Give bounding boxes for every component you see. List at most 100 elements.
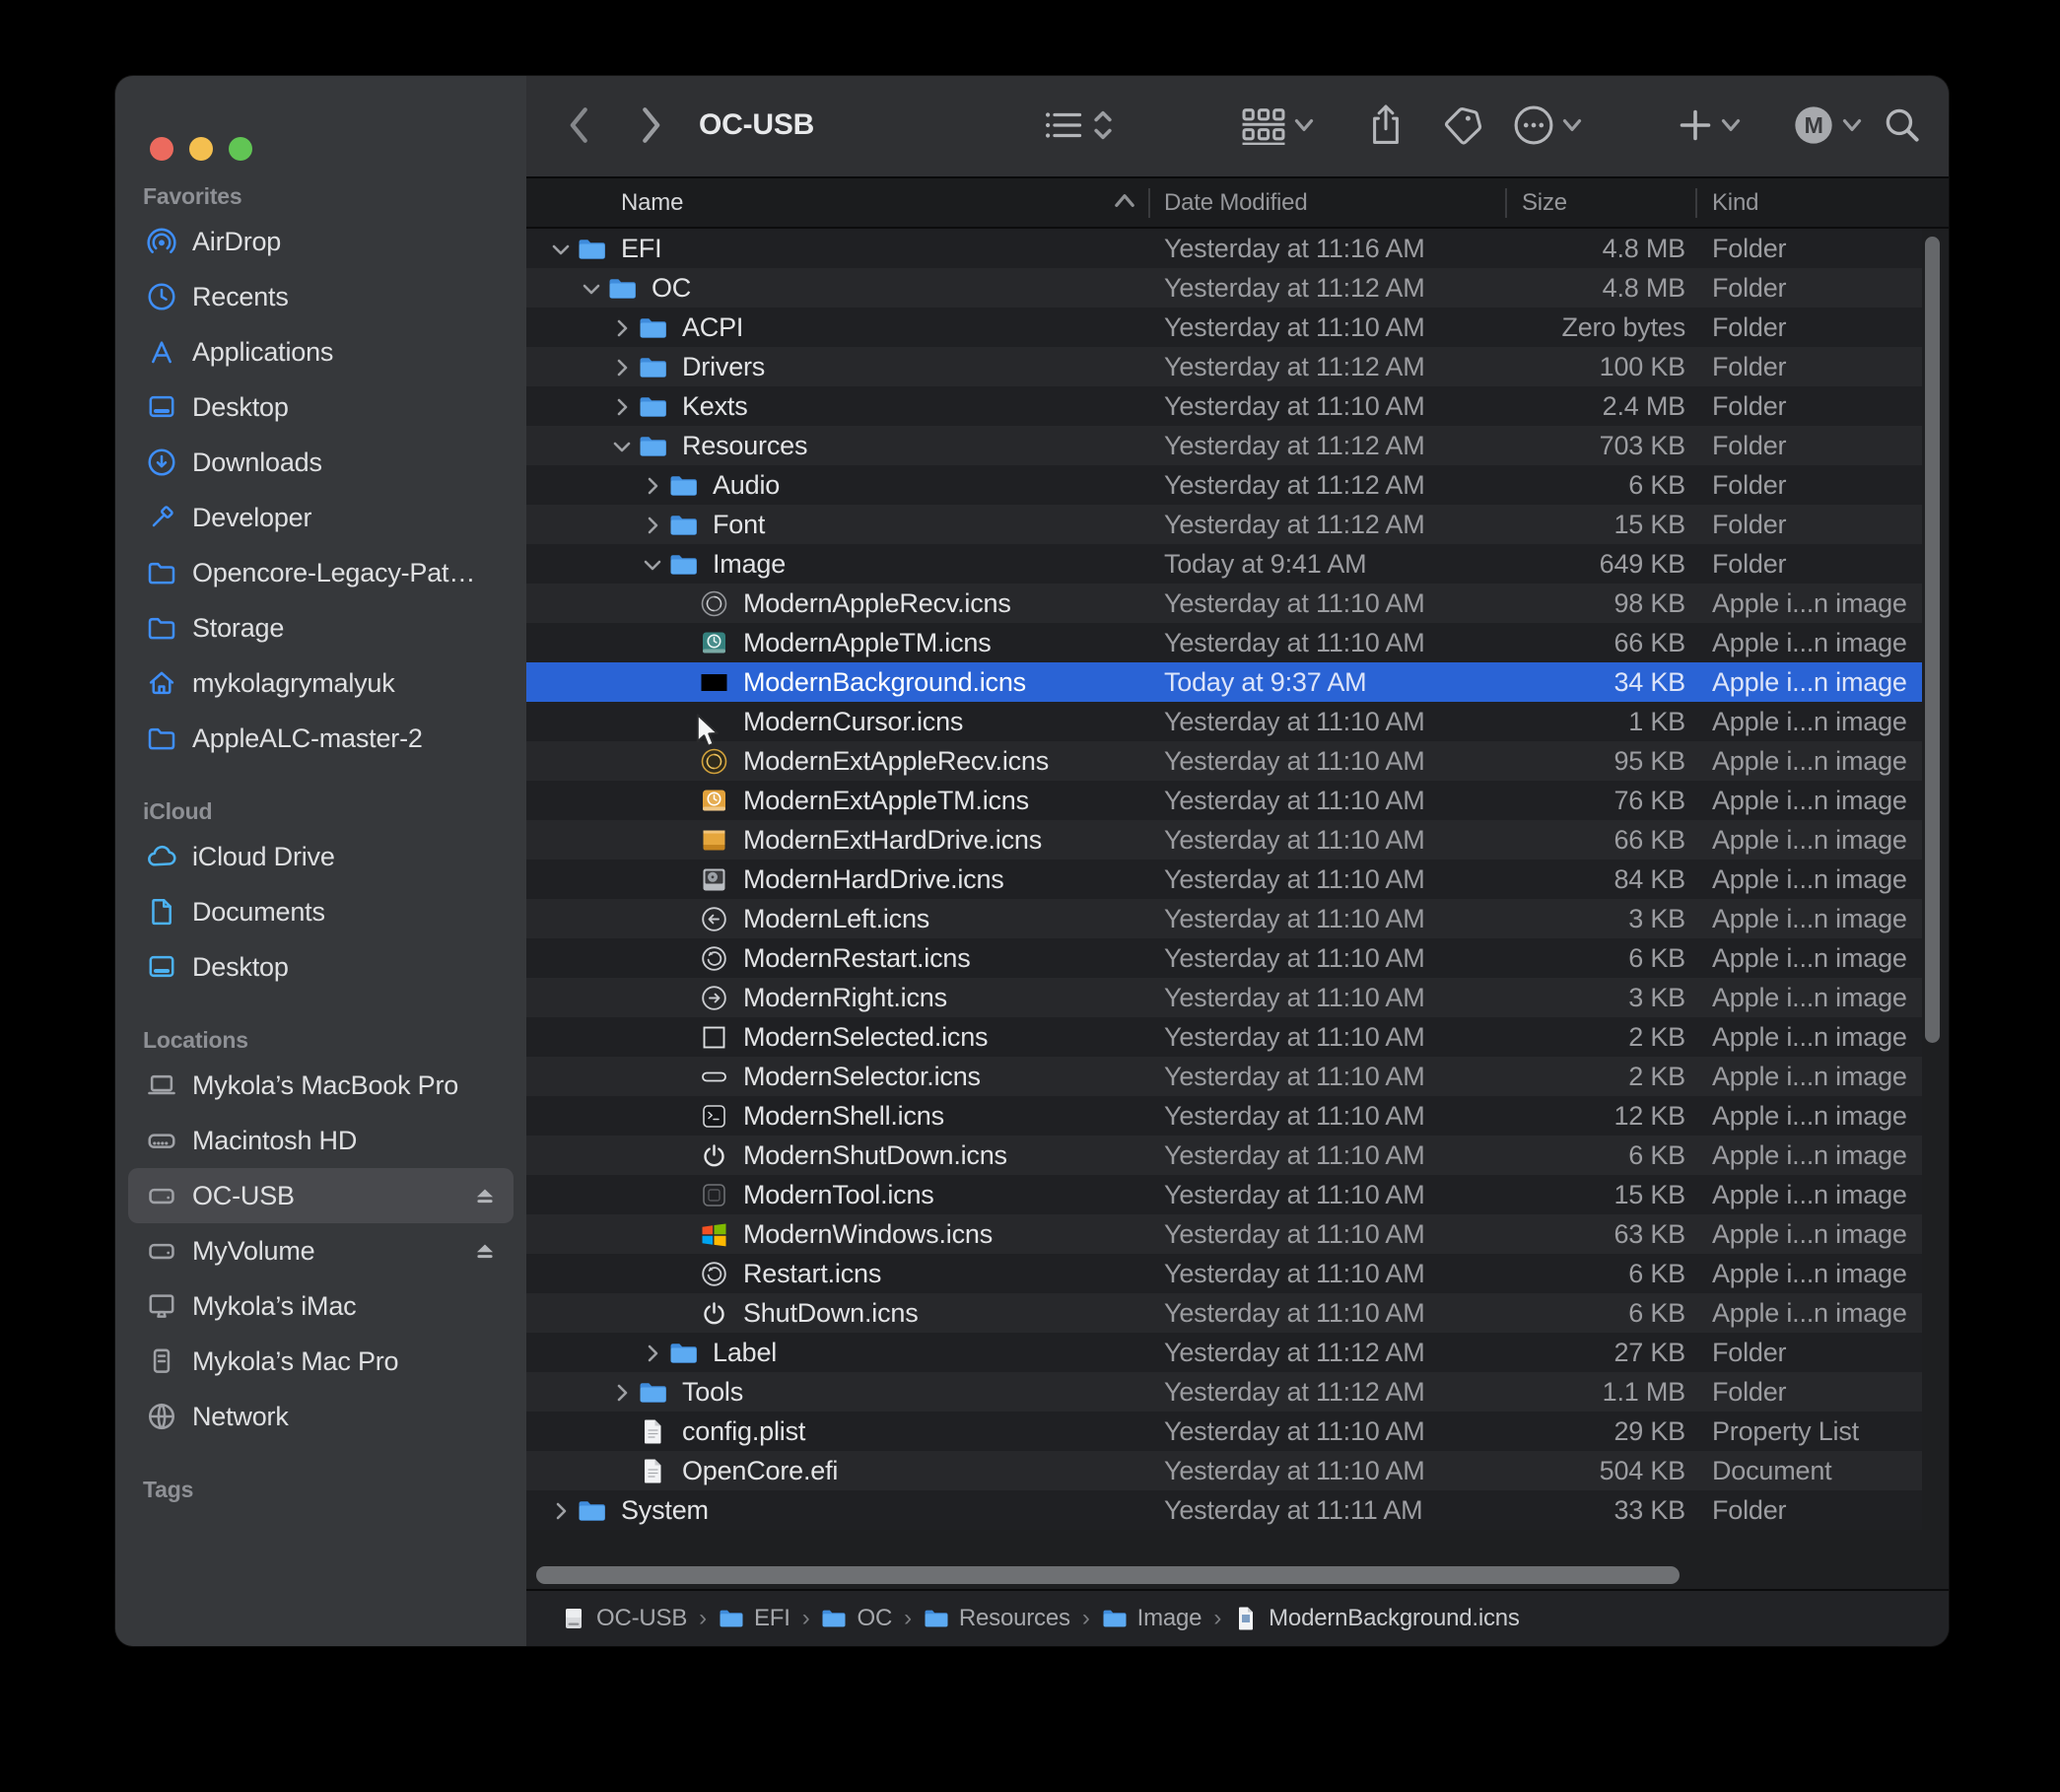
file-row[interactable]: ToolsYesterday at 11:12 AM1.1 MBFolder	[526, 1372, 1922, 1412]
forward-button[interactable]	[636, 105, 665, 145]
file-row[interactable]: ModernLeft.icnsYesterday at 11:10 AM3 KB…	[526, 899, 1922, 938]
column-divider[interactable]	[1695, 188, 1697, 218]
disclosure-right-icon[interactable]	[609, 394, 635, 420]
more-actions-button[interactable]	[1513, 104, 1582, 146]
vertical-scrollbar[interactable]	[1925, 237, 1940, 1043]
file-row[interactable]: EFIYesterday at 11:16 AM4.8 MBFolder	[526, 229, 1922, 268]
column-size[interactable]: Size	[1522, 189, 1567, 217]
file-row[interactable]: ModernExtAppleTM.icnsYesterday at 11:10 …	[526, 781, 1922, 820]
view-mode-button[interactable]	[1043, 107, 1114, 143]
file-row[interactable]: FontYesterday at 11:12 AM15 KBFolder	[526, 505, 1922, 544]
pathbar-item-resources[interactable]: Resources	[924, 1605, 1070, 1632]
pathbar-item-oc-usb[interactable]: OC-USB	[561, 1605, 687, 1632]
disclosure-down-icon[interactable]	[609, 434, 635, 459]
column-divider[interactable]	[1505, 188, 1507, 218]
share-button[interactable]	[1369, 103, 1403, 147]
file-row[interactable]: Restart.icnsYesterday at 11:10 AM6 KBApp…	[526, 1254, 1922, 1293]
sidebar-item-desktop[interactable]: Desktop	[128, 939, 514, 995]
sidebar-item-mykola-s-mac-pro[interactable]: Mykola’s Mac Pro	[128, 1334, 514, 1389]
column-kind[interactable]: Kind	[1712, 189, 1758, 217]
file-row[interactable]: ModernShutDown.icnsYesterday at 11:10 AM…	[526, 1136, 1922, 1175]
pathbar-item-image[interactable]: Image	[1102, 1605, 1202, 1632]
file-kind: Apple i...n image	[1712, 781, 1907, 820]
pathbar-item-oc[interactable]: OC	[821, 1605, 892, 1632]
sidebar-item-mykolagrymalyuk[interactable]: mykolagrymalyuk	[128, 655, 514, 711]
sidebar-item-oc-usb[interactable]: OC-USB	[128, 1168, 514, 1223]
pathbar-item-modernbackground-icns[interactable]: ModernBackground.icns	[1233, 1605, 1520, 1632]
tag-button[interactable]	[1443, 105, 1482, 145]
sidebar-item-mykola-s-macbook-pro[interactable]: Mykola’s MacBook Pro	[128, 1058, 514, 1113]
file-row[interactable]: ModernRestart.icnsYesterday at 11:10 AM6…	[526, 938, 1922, 978]
disclosure-right-icon[interactable]	[548, 1498, 574, 1524]
disclosure-down-icon[interactable]	[640, 552, 665, 578]
sidebar-item-icloud-drive[interactable]: iCloud Drive	[128, 829, 514, 884]
sidebar-item-developer[interactable]: Developer	[128, 490, 514, 545]
file-row[interactable]: OpenCore.efiYesterday at 11:10 AM504 KBD…	[526, 1451, 1922, 1490]
file-row[interactable]: ModernWindows.icnsYesterday at 11:10 AM6…	[526, 1214, 1922, 1254]
column-date-modified[interactable]: Date Modified	[1164, 189, 1307, 217]
sidebar-item-storage[interactable]: Storage	[128, 600, 514, 655]
file-row[interactable]: OCYesterday at 11:12 AM4.8 MBFolder	[526, 268, 1922, 308]
file-row[interactable]: config.plistYesterday at 11:10 AM29 KBPr…	[526, 1412, 1922, 1451]
horizontal-scrollbar[interactable]	[536, 1566, 1680, 1584]
file-row[interactable]: SystemYesterday at 11:11 AM33 KBFolder	[526, 1490, 1922, 1530]
file-row[interactable]: ModernRight.icnsYesterday at 11:10 AM3 K…	[526, 978, 1922, 1017]
file-row[interactable]: ModernHardDrive.icnsYesterday at 11:10 A…	[526, 860, 1922, 899]
file-size: 63 KB	[1445, 1214, 1685, 1254]
file-row[interactable]: ImageToday at 9:41 AM649 KBFolder	[526, 544, 1922, 584]
file-row[interactable]: AudioYesterday at 11:12 AM6 KBFolder	[526, 465, 1922, 505]
file-row[interactable]: ACPIYesterday at 11:10 AMZero bytesFolde…	[526, 308, 1922, 347]
sidebar-item-desktop[interactable]: Desktop	[128, 379, 514, 435]
new-item-button[interactable]	[1678, 107, 1741, 143]
file-row[interactable]: ModernSelected.icnsYesterday at 11:10 AM…	[526, 1017, 1922, 1057]
minimize-window-button[interactable]	[189, 137, 213, 161]
file-row[interactable]: ModernExtHardDrive.icnsYesterday at 11:1…	[526, 820, 1922, 860]
close-window-button[interactable]	[150, 137, 173, 161]
file-row[interactable]: DriversYesterday at 11:12 AM100 KBFolder	[526, 347, 1922, 386]
file-date-modified: Yesterday at 11:10 AM	[1164, 308, 1424, 347]
column-name[interactable]: Name	[621, 189, 683, 217]
sidebar-item-mykola-s-imac[interactable]: Mykola’s iMac	[128, 1278, 514, 1334]
eject-icon[interactable]	[472, 1238, 498, 1264]
file-row[interactable]: ModernExtAppleRecv.icnsYesterday at 11:1…	[526, 741, 1922, 781]
disclosure-right-icon[interactable]	[640, 1341, 665, 1366]
file-row[interactable]: ModernTool.icnsYesterday at 11:10 AM15 K…	[526, 1175, 1922, 1214]
disclosure-right-icon[interactable]	[609, 1380, 635, 1406]
file-row[interactable]: KextsYesterday at 11:10 AM2.4 MBFolder	[526, 386, 1922, 426]
file-row[interactable]: ModernSelector.icnsYesterday at 11:10 AM…	[526, 1057, 1922, 1096]
back-button[interactable]	[565, 105, 594, 145]
file-row[interactable]: ShutDown.icnsYesterday at 11:10 AM6 KBAp…	[526, 1293, 1922, 1333]
disclosure-right-icon[interactable]	[640, 473, 665, 499]
disclosure-right-icon[interactable]	[609, 355, 635, 380]
file-row[interactable]: ModernCursor.icnsYesterday at 11:10 AM1 …	[526, 702, 1922, 741]
file-row[interactable]: ModernBackground.icnsToday at 9:37 AM34 …	[526, 662, 1922, 702]
group-by-button[interactable]	[1241, 105, 1314, 145]
sidebar-item-network[interactable]: Network	[128, 1389, 514, 1444]
search-button[interactable]	[1883, 105, 1922, 145]
sidebar-item-documents[interactable]: Documents	[128, 884, 514, 939]
sidebar-item-downloads[interactable]: Downloads	[128, 435, 514, 490]
disclosure-right-icon[interactable]	[640, 513, 665, 538]
file-row[interactable]: ResourcesYesterday at 11:12 AM703 KBFold…	[526, 426, 1922, 465]
user-avatar-button[interactable]: M	[1793, 104, 1862, 146]
file-row[interactable]: ModernShell.icnsYesterday at 11:10 AM12 …	[526, 1096, 1922, 1136]
disclosure-down-icon[interactable]	[579, 276, 604, 302]
sidebar-item-opencore-legacy-pat-[interactable]: Opencore-Legacy-Pat…	[128, 545, 514, 600]
disclosure-down-icon[interactable]	[548, 237, 574, 262]
zoom-window-button[interactable]	[229, 137, 252, 161]
sidebar-item-myvolume[interactable]: MyVolume	[128, 1223, 514, 1278]
circle-restart-icon	[700, 1260, 728, 1288]
sidebar-item-macintosh-hd[interactable]: Macintosh HD	[128, 1113, 514, 1168]
sidebar-item-airdrop[interactable]: AirDrop	[128, 214, 514, 269]
sidebar-item-recents[interactable]: Recents	[128, 269, 514, 324]
column-divider[interactable]	[1148, 188, 1150, 218]
pathbar-item-efi[interactable]: EFI	[719, 1605, 790, 1632]
eject-icon[interactable]	[472, 1183, 498, 1208]
sidebar-item-applications[interactable]: Applications	[128, 324, 514, 379]
file-row[interactable]: ModernAppleTM.icnsYesterday at 11:10 AM6…	[526, 623, 1922, 662]
file-size: 34 KB	[1445, 662, 1685, 702]
sidebar-item-applealc-master-2[interactable]: AppleALC-master-2	[128, 711, 514, 766]
disclosure-right-icon[interactable]	[609, 315, 635, 341]
file-row[interactable]: LabelYesterday at 11:12 AM27 KBFolder	[526, 1333, 1922, 1372]
file-row[interactable]: ModernAppleRecv.icnsYesterday at 11:10 A…	[526, 584, 1922, 623]
